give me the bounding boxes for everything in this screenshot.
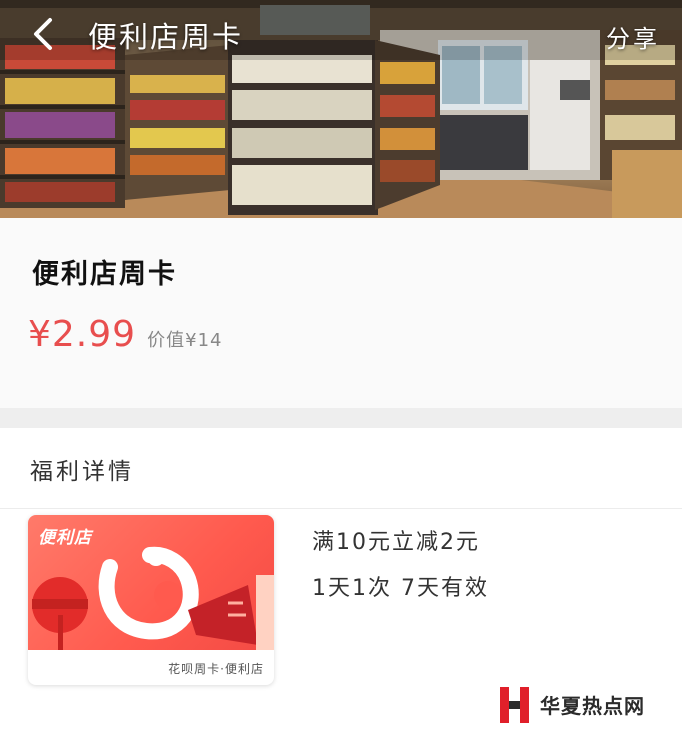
nav-title: 便利店周卡 xyxy=(88,20,244,54)
benefits-heading: 福利详情 xyxy=(30,459,134,485)
divider xyxy=(0,508,682,509)
store-banner-image: 便利店周卡 分享 xyxy=(0,0,682,218)
share-button[interactable]: 分享 xyxy=(606,19,660,54)
watermark-text: 华夏热点网 xyxy=(540,694,645,718)
card-artwork: 便利店 xyxy=(28,515,274,650)
original-value: 价值¥14 xyxy=(147,330,223,351)
watermark-logo-icon xyxy=(500,687,529,723)
price-row: ¥2.99 价值¥14 xyxy=(28,314,223,360)
back-button[interactable] xyxy=(30,16,60,52)
benefit-validity: 1天1次 7天有效 xyxy=(312,576,489,601)
product-info-section: 便利店周卡 ¥2.99 价值¥14 xyxy=(0,218,682,408)
section-separator xyxy=(0,408,682,428)
card-caption: 花呗周卡·便利店 xyxy=(168,662,264,676)
product-title: 便利店周卡 xyxy=(32,259,177,290)
current-price: ¥2.99 xyxy=(28,314,137,355)
top-nav-bar: 便利店周卡 分享 xyxy=(0,0,682,70)
benefit-discount: 满10元立减2元 xyxy=(312,530,480,555)
weekly-card-thumbnail[interactable]: 便利店 花呗周卡·便利店 xyxy=(28,515,274,685)
card-brand-label: 便利店 xyxy=(38,528,92,548)
chevron-left-icon xyxy=(34,18,52,50)
